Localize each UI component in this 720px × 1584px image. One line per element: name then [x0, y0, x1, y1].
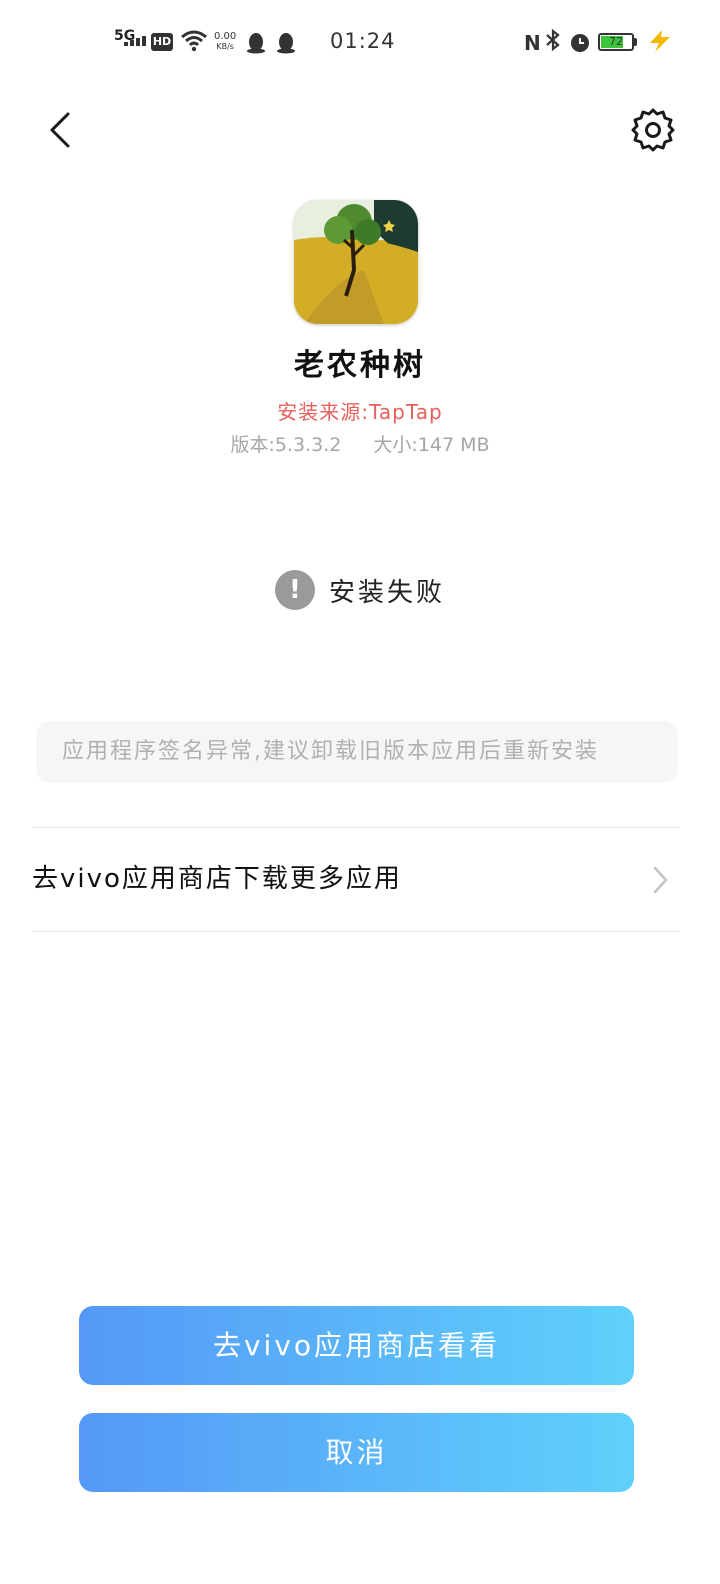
wifi-icon: [180, 28, 208, 57]
battery-tip: [634, 38, 637, 46]
status-bar: 5G HD 0.00 KB/s 01:24 N 72: [0, 0, 720, 86]
error-message-box[interactable]: 应用程序签名异常,建议卸载旧版本应用后重新安装: [36, 721, 678, 783]
signal-icon: [124, 36, 146, 46]
exclamation-icon: !: [274, 570, 315, 610]
app-version: 版本:5.3.3.2: [230, 434, 342, 456]
gear-icon: [631, 108, 675, 152]
vivo-store-link-label: 去vivo应用商店下载更多应用: [32, 864, 402, 894]
install-status-text: 安装失败: [328, 577, 445, 608]
alarm-icon: [569, 31, 591, 58]
divider: [32, 931, 680, 932]
chevron-left-icon: [50, 112, 70, 148]
go-vivo-store-button[interactable]: 去vivo应用商店看看: [79, 1306, 634, 1385]
charging-icon: [646, 28, 674, 60]
app-name: 老农种树: [294, 348, 426, 383]
hd-badge: HD: [151, 33, 173, 51]
app-icon: [294, 200, 418, 324]
chevron-right-icon: [653, 866, 668, 894]
speed-unit: KB/s: [216, 42, 234, 51]
battery-level: 72: [609, 35, 623, 48]
error-message: 应用程序签名异常,建议卸载旧版本应用后重新安装: [62, 739, 599, 764]
network-speed: 0.00 KB/s: [214, 32, 236, 52]
app-meta: 版本:5.3.3.2 大小:147 MB: [0, 430, 720, 457]
install-status: ! 安装失败: [0, 570, 720, 610]
clock: 01:24: [330, 29, 396, 53]
speed-value: 0.00: [214, 31, 237, 42]
cancel-button[interactable]: 取消: [79, 1413, 634, 1492]
bluetooth-icon: [544, 28, 562, 58]
vivo-store-link[interactable]: 去vivo应用商店下载更多应用: [32, 828, 680, 931]
install-source: 安装来源:TapTap: [277, 400, 443, 424]
app-size: 大小:147 MB: [373, 434, 490, 456]
battery-icon: 72: [598, 33, 634, 51]
nfc-icon: N: [524, 31, 541, 55]
qq-notification-icon: [246, 32, 266, 59]
qq-notification-icon: [276, 32, 296, 59]
back-button[interactable]: [40, 108, 84, 152]
settings-button[interactable]: [630, 106, 676, 152]
